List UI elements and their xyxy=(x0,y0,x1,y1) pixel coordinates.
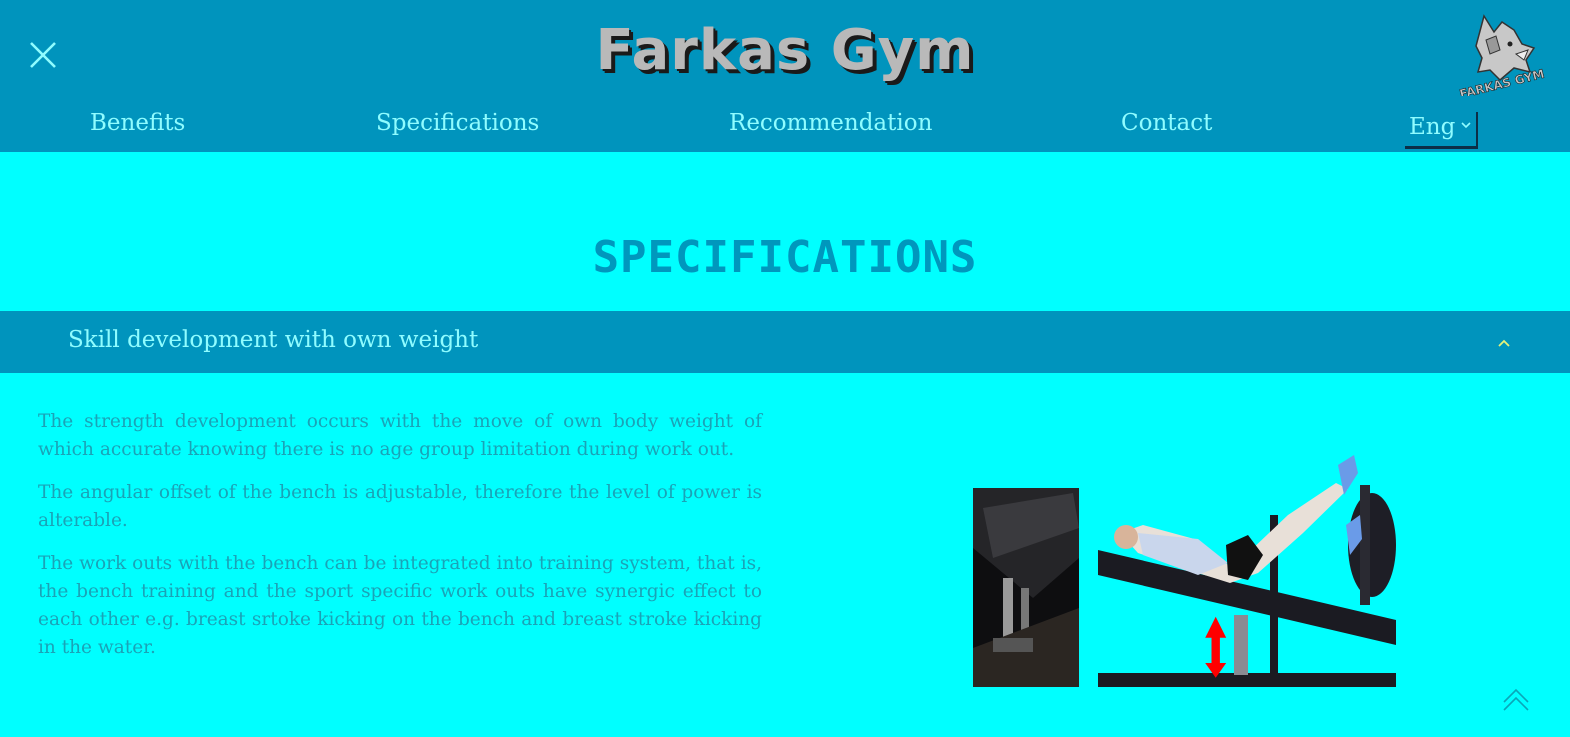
site-title: Farkas Gym xyxy=(595,18,975,83)
language-value: Eng xyxy=(1409,114,1456,140)
scroll-to-top-button[interactable] xyxy=(1500,684,1532,716)
accordion-title: Skill development with own weight xyxy=(68,327,479,353)
accordion-header[interactable]: Skill development with own weight xyxy=(0,311,1570,373)
language-select[interactable]: Eng xyxy=(1405,112,1478,149)
paragraph-1: The strength development occurs with the… xyxy=(38,411,762,460)
section-title: SPECIFICATIONS xyxy=(592,232,978,283)
bench-mechanism-photo xyxy=(973,488,1079,687)
site-header: Farkas Gym FARKAS GYM Benefits Specifica… xyxy=(0,0,1570,152)
wolf-logo-icon: FARKAS GYM xyxy=(1458,14,1546,96)
accordion-content: The strength development occurs with the… xyxy=(38,408,762,677)
double-chevron-up-icon xyxy=(1503,688,1529,711)
chevron-up-icon xyxy=(1498,339,1510,347)
nav-link-benefits[interactable]: Benefits xyxy=(90,110,185,136)
nav-link-contact[interactable]: Contact xyxy=(1121,110,1212,136)
paragraph-2: The angular offset of the bench is adjus… xyxy=(38,482,762,531)
nav-link-recommendation[interactable]: Recommendation xyxy=(729,110,932,136)
farkas-gym-logo[interactable]: FARKAS GYM xyxy=(1456,10,1546,96)
chevron-down-icon xyxy=(1461,118,1471,132)
paragraph-3: The work outs with the bench can be inte… xyxy=(38,553,762,658)
main-nav: Benefits Specifications Recommendation C… xyxy=(0,110,1570,144)
nav-link-specifications[interactable]: Specifications xyxy=(376,110,539,136)
bench-exercise-photo xyxy=(1098,455,1396,687)
